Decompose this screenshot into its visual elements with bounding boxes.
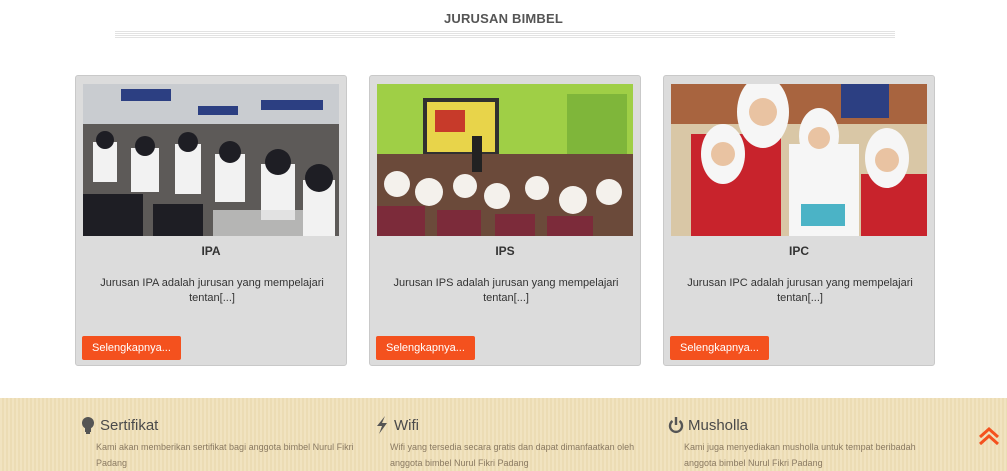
card-ipc: IPC Jurusan IPC adalah jurusan yang memp… [663, 75, 935, 366]
feature-title: Wifi [394, 416, 419, 434]
card-title: IPS [495, 244, 515, 258]
card-description: Jurusan IPS adalah jurusan yang mempelaj… [393, 277, 619, 304]
lightning-icon [374, 416, 390, 434]
card-description: Jurusan IPA adalah jurusan yang mempelaj… [100, 277, 324, 304]
card-ips: IPS Jurusan IPS adalah jurusan yang memp… [369, 75, 641, 366]
feature-text: Wifi yang tersedia secara gratis dan dap… [390, 442, 635, 468]
card-description: Jurusan IPC adalah jurusan yang mempelaj… [687, 277, 913, 304]
feature-title: Sertifikat [100, 416, 159, 434]
ipc-photo [671, 84, 927, 236]
feature-text: Kami juga menyediakan musholla untuk tem… [684, 442, 916, 468]
read-more-button[interactable]: Selengkapnya... [670, 336, 769, 360]
feature-wifi: Wifi Wifi yang tersedia secara gratis da… [374, 416, 654, 471]
feature-text: Kami akan memberikan sertifikat bagi ang… [96, 442, 354, 468]
features-footer: Sertifikat Kami akan memberikan sertifik… [0, 398, 1007, 471]
read-more-button[interactable]: Selengkapnya... [82, 336, 181, 360]
section-title: JURUSAN BIMBEL [443, 11, 564, 26]
title-divider [115, 31, 895, 39]
read-more-button[interactable]: Selengkapnya... [376, 336, 475, 360]
card-title: IPA [201, 244, 221, 258]
ips-photo [377, 84, 633, 236]
feature-musholla: Musholla Kami juga menyediakan musholla … [668, 416, 948, 471]
feature-title: Musholla [688, 416, 749, 434]
card-title: IPC [788, 244, 809, 258]
card-ipa: IPA Jurusan IPA adalah jurusan yang memp… [75, 75, 347, 366]
lightbulb-icon [80, 416, 96, 434]
double-chevron-up-icon[interactable] [977, 425, 1001, 447]
ipa-photo [83, 84, 339, 236]
feature-sertifikat: Sertifikat Kami akan memberikan sertifik… [80, 416, 360, 471]
power-icon [668, 416, 684, 434]
